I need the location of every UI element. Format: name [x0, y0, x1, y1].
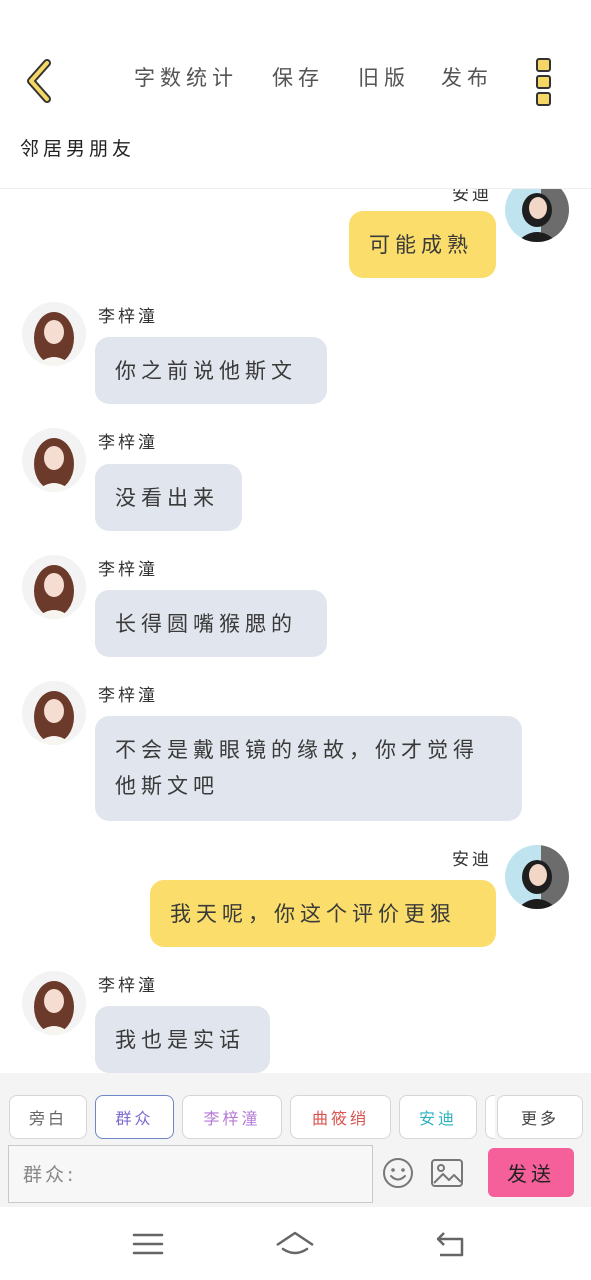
more-roles-button[interactable]: 更多 [497, 1095, 583, 1139]
avatar-image [22, 428, 86, 492]
return-icon[interactable] [430, 1223, 470, 1263]
role-chip-li-zitong[interactable]: 李梓潼 [182, 1095, 282, 1139]
story-title: 邻居男朋友 [20, 138, 136, 160]
chevron-left-icon [27, 59, 51, 103]
word-count-button[interactable]: 字数统计 [134, 62, 238, 92]
avatar-image [22, 555, 86, 619]
message-bubble[interactable]: 可能成熟 [349, 211, 496, 278]
avatar-li-zitong[interactable] [22, 971, 86, 1035]
role-chip-narration[interactable]: 旁白 [9, 1095, 87, 1139]
role-chip-crowd[interactable]: 群众 [95, 1095, 174, 1139]
home-icon[interactable] [275, 1223, 315, 1263]
menu-icon[interactable] [128, 1223, 168, 1263]
avatar-andy[interactable] [505, 188, 569, 242]
sender-name: 李梓潼 [98, 307, 158, 327]
more-vertical-icon[interactable] [530, 56, 558, 108]
message-bubble[interactable]: 你之前说他斯文 [95, 337, 327, 404]
image-icon[interactable] [431, 1159, 463, 1191]
composer-panel: 旁白 群众 李梓潼 曲筱绡 安迪 更多 群众: 发送 [0, 1073, 591, 1207]
message-input[interactable]: 群众: [8, 1145, 373, 1203]
avatar-li-zitong[interactable] [22, 428, 86, 492]
role-chip-partial[interactable] [485, 1095, 495, 1139]
sender-name: 安迪 [452, 188, 492, 205]
avatar-image [22, 971, 86, 1035]
system-nav-bar [0, 1207, 591, 1280]
avatar-image [505, 188, 569, 242]
message-bubble[interactable]: 没看出来 [95, 464, 242, 531]
avatar-li-zitong[interactable] [22, 302, 86, 366]
top-bar: 字数统计 保存 旧版 发布 邻居男朋友 [0, 0, 591, 189]
avatar-image [22, 681, 86, 745]
emoji-icon[interactable] [382, 1157, 414, 1193]
old-version-button[interactable]: 旧版 [358, 62, 410, 92]
avatar-andy[interactable] [505, 845, 569, 909]
back-button[interactable] [16, 56, 60, 106]
avatar-image [22, 302, 86, 366]
sender-name: 李梓潼 [98, 433, 158, 453]
chat-area[interactable]: 安迪 可能成熟 李梓潼 你之前说他斯文 李梓潼 没看出来 李梓潼 长得圆嘴猴腮的… [0, 188, 591, 1073]
message-bubble[interactable]: 不会是戴眼镜的缘故，你才觉得他斯文吧 [95, 716, 522, 821]
publish-button[interactable]: 发布 [441, 62, 493, 92]
avatar-li-zitong[interactable] [22, 681, 86, 745]
message-bubble[interactable]: 我也是实话 [95, 1006, 270, 1073]
message-bubble[interactable]: 我天呢，你这个评价更狠 [150, 880, 496, 947]
sender-name: 李梓潼 [98, 560, 158, 580]
avatar-image [505, 845, 569, 909]
sender-name: 安迪 [452, 850, 492, 870]
sender-name: 李梓潼 [98, 686, 158, 706]
screen: 字数统计 保存 旧版 发布 邻居男朋友 安迪 可能成熟 李梓潼 你之前说他斯文 … [0, 0, 591, 1280]
role-chip-andy[interactable]: 安迪 [399, 1095, 477, 1139]
sender-name: 李梓潼 [98, 976, 158, 996]
avatar-li-zitong[interactable] [22, 555, 86, 619]
role-chip-qu-xiaoxiao[interactable]: 曲筱绡 [290, 1095, 391, 1139]
message-bubble[interactable]: 长得圆嘴猴腮的 [95, 590, 327, 657]
save-button[interactable]: 保存 [272, 62, 324, 92]
send-button[interactable]: 发送 [488, 1148, 574, 1197]
